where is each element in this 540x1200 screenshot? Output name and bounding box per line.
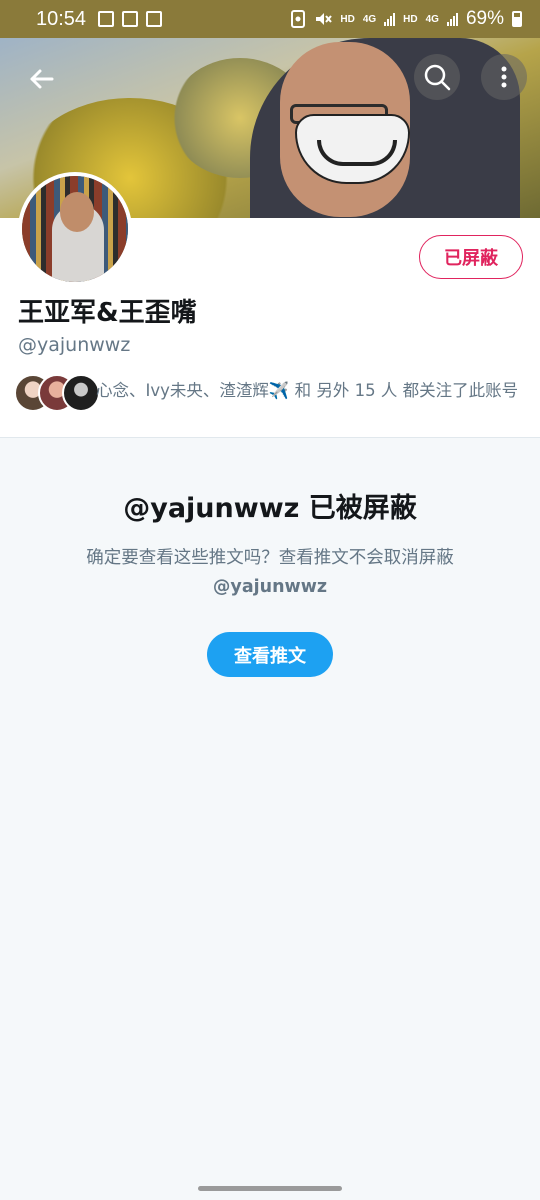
signal-icon-2 xyxy=(446,12,458,26)
nfc-icon xyxy=(291,10,306,28)
more-vertical-icon xyxy=(501,66,507,88)
avatar-head xyxy=(60,192,94,232)
followers-you-know-text[interactable]: 心念、Ivy未央、渣渣辉✈️ 和 另外 15 人 都关注了此账号 xyxy=(96,378,526,404)
blocked-button[interactable]: 已屏蔽 xyxy=(419,235,523,279)
network-gen-2: 4G xyxy=(425,13,439,25)
blocked-notice-body: 确定要查看这些推文吗？查看推文不会取消屏蔽 @yajunwwz xyxy=(40,544,500,602)
blocked-notice-title: @yajunwwz 已被屏蔽 xyxy=(123,493,417,524)
display-name: 王亚军&王歪嘴 xyxy=(18,298,197,328)
battery-percent: 69% xyxy=(465,8,504,29)
mute-icon xyxy=(316,13,333,25)
follower-avatar xyxy=(62,374,100,412)
system-icons: HD 4G HD 4G 69% xyxy=(290,8,522,30)
battery-icon xyxy=(512,11,522,27)
home-indicator[interactable] xyxy=(198,1186,342,1191)
status-bar: 10:54 HD 4G HD 4G 69% xyxy=(0,0,540,38)
followers-you-know-avatars[interactable] xyxy=(14,374,100,412)
profile-handle: @yajunwwz xyxy=(18,334,131,356)
blocked-notice-handle: @yajunwwz xyxy=(212,577,328,597)
blocked-notice-text: 确定要查看这些推文吗？查看推文不会取消屏蔽 xyxy=(86,548,454,568)
status-time: 10:54 xyxy=(36,7,87,30)
voicemail-icon xyxy=(146,11,163,27)
back-button[interactable] xyxy=(18,56,64,102)
search-icon xyxy=(424,64,451,91)
image-icon xyxy=(122,11,139,27)
view-tweets-button[interactable]: 查看推文 xyxy=(207,632,333,677)
arrow-left-icon xyxy=(30,69,54,89)
network-gen-1: 4G xyxy=(362,13,377,25)
network-hd-1: HD xyxy=(340,13,355,25)
signal-icon-1 xyxy=(384,12,396,26)
more-options-button[interactable] xyxy=(481,54,527,100)
search-button[interactable] xyxy=(414,54,460,100)
network-hd-2: HD xyxy=(403,13,418,25)
profile-avatar[interactable] xyxy=(18,172,132,286)
news-icon xyxy=(98,11,115,27)
notification-icons xyxy=(98,11,163,27)
